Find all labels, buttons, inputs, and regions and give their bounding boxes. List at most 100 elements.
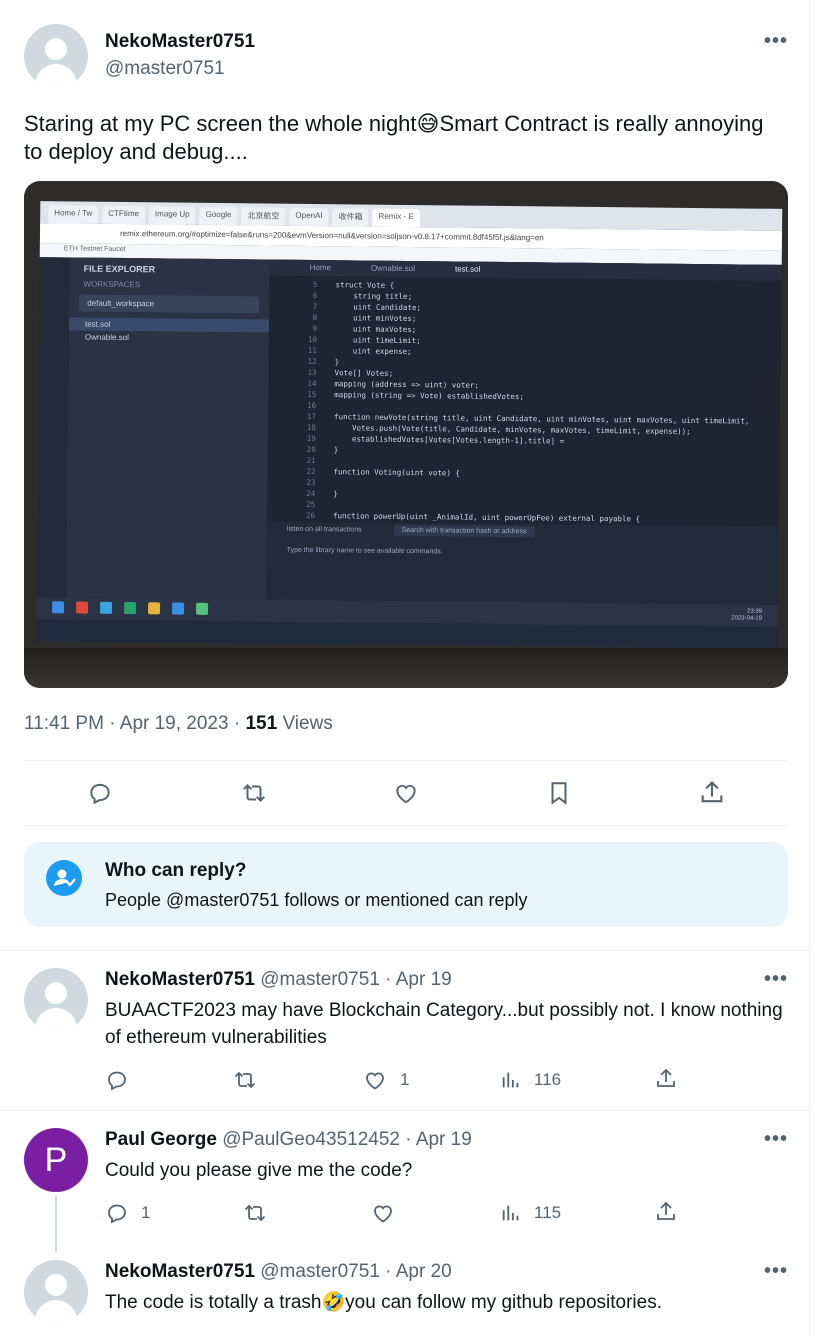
views-button[interactable]: 115	[500, 1201, 561, 1225]
photo-line-number: 21	[306, 455, 316, 466]
tweet-time[interactable]: 11:41 PM	[24, 713, 104, 734]
reply-avatar[interactable]: P	[24, 1128, 88, 1192]
like-button[interactable]	[370, 1201, 408, 1225]
more-options-icon[interactable]: •••	[764, 30, 788, 53]
divider	[0, 1110, 810, 1111]
reply-date[interactable]: Apr 20	[396, 1261, 452, 1282]
photo-code-editor: Home Ownable.sol test.sol 5 struct Vote {…	[266, 259, 782, 527]
reply-text: Could you please give me the code?	[105, 1160, 413, 1181]
photo-terminal: listen on all transactions Search with t…	[266, 521, 779, 605]
analytics-icon	[502, 1072, 519, 1088]
photo-line-number: 26	[305, 510, 316, 521]
share-icon[interactable]	[698, 779, 726, 807]
share-button[interactable]	[654, 1200, 678, 1224]
views-label: Views	[282, 713, 333, 734]
heart-icon	[366, 1072, 384, 1090]
retweet-icon	[244, 1204, 266, 1222]
photo-line-text: uint minVotes;	[335, 313, 417, 324]
photo-code: 5 struct Vote { 6 string title; 7 uint Cand…	[267, 276, 782, 527]
reply-icon	[108, 1204, 126, 1224]
photo-line-number: 9	[312, 323, 318, 334]
photo-editor-tab: Ownable.sol	[370, 263, 416, 274]
photo-browser-tab: Image Up	[148, 206, 196, 225]
heart-icon	[374, 1205, 392, 1223]
meta-separator: ·	[385, 1261, 392, 1282]
photo-monitor-screen: Home / Tw CTFtime Image Up Google 北京航空 OpenAI…	[35, 201, 783, 649]
reply-icon	[108, 1071, 126, 1091]
share-icon	[657, 1068, 675, 1087]
photo-workspaces-label: WORKSPACES	[83, 279, 141, 290]
more-options-icon[interactable]: •••	[764, 1128, 788, 1151]
photo-line-text: function Voting(uint vote) {	[333, 467, 460, 478]
reply-author-handle[interactable]: @master0751	[260, 969, 380, 990]
photo-line-number: 6	[312, 290, 318, 301]
photo-line-text: struct Vote {	[335, 280, 395, 290]
author-avatar[interactable]	[24, 24, 88, 88]
photo-panel-title: FILE EXPLORER	[83, 263, 156, 275]
views-button[interactable]: 116	[500, 1068, 561, 1092]
reply-avatar[interactable]	[24, 1260, 88, 1324]
like-count: 1	[400, 1070, 410, 1089]
photo-browser-tab: 收件箱	[332, 208, 369, 227]
photo-browser-tab: CTFtime	[102, 205, 146, 225]
more-options-icon[interactable]: •••	[764, 1260, 788, 1283]
share-button[interactable]	[654, 1067, 678, 1091]
author-handle[interactable]: @master0751	[105, 58, 225, 80]
photo-line-text: mapping (address => uint) voter;	[334, 379, 479, 390]
photo-editor-tab: test.sol	[454, 264, 481, 274]
photo-line-number: 23	[306, 477, 316, 488]
photo-line-number: 16	[307, 400, 317, 411]
photo-line-number: 14	[307, 378, 317, 389]
photo-line-number: 13	[307, 367, 317, 378]
photo-browser-tab: 北京航空	[241, 207, 286, 226]
bookmark-icon[interactable]	[546, 779, 572, 807]
tweet-meta: 11:41 PM · Apr 19, 2023 · 151 Views	[24, 713, 333, 735]
photo-line-number: 12	[307, 356, 317, 367]
views-count: 151	[245, 713, 278, 734]
photo-line-number: 24	[306, 488, 316, 499]
photo-line-text: string title;	[335, 291, 413, 302]
like-button[interactable]: 1	[362, 1068, 409, 1092]
photo-line-number: 5	[312, 279, 318, 290]
reply-date[interactable]: Apr 19	[416, 1129, 472, 1150]
reply-avatar[interactable]	[24, 968, 88, 1032]
divider	[0, 950, 810, 951]
thread-line	[55, 1196, 57, 1252]
photo-line-text: function powerUp(uint _AnimalId, uint po…	[332, 511, 641, 524]
more-options-icon[interactable]: •••	[764, 968, 788, 991]
meta-separator: ·	[405, 1129, 412, 1150]
photo-line-number: 10	[307, 334, 317, 345]
tweet-date[interactable]: Apr 19, 2023	[120, 713, 229, 734]
reply-icon[interactable]	[87, 780, 113, 806]
view-count: 116	[534, 1070, 562, 1089]
tweet-page: NekoMaster0751 @master0751 ••• Staring a…	[0, 0, 810, 1336]
photo-line-number: 7	[312, 301, 318, 312]
heart-icon[interactable]	[392, 780, 420, 806]
retweet-button[interactable]	[242, 1201, 280, 1225]
reply-author-handle[interactable]: @PaulGeo43512452	[222, 1129, 400, 1150]
share-icon	[657, 1201, 675, 1220]
user-check-icon	[46, 860, 82, 896]
photo-line-text: uint Candidate;	[335, 302, 422, 313]
photo-line-number: 20	[306, 444, 316, 455]
reply-author-name[interactable]: Paul George	[105, 1129, 217, 1150]
photo-terminal-hint: Type the library name to see available c…	[286, 546, 443, 556]
photo-line-text: uint expense;	[334, 346, 412, 357]
photo-monitor-bezel	[24, 648, 788, 688]
reply-date[interactable]: Apr 19	[396, 969, 452, 990]
retweet-icon[interactable]	[240, 780, 268, 806]
reply-author-name[interactable]: NekoMaster0751	[105, 969, 255, 990]
photo-line-number: 8	[312, 312, 318, 323]
retweet-button[interactable]	[232, 1068, 270, 1092]
photo-browser-tab: Google	[199, 206, 238, 226]
reply-author-handle[interactable]: @master0751	[260, 1261, 380, 1282]
photo-line-text: uint maxVotes;	[334, 324, 417, 335]
reply-button[interactable]	[105, 1068, 141, 1092]
reply-button[interactable]: 1	[105, 1201, 150, 1225]
meta-separator: ·	[109, 713, 116, 734]
author-name[interactable]: NekoMaster0751	[105, 31, 255, 53]
tweet-photo[interactable]: Home / Tw CTFtime Image Up Google 北京航空 OpenAI…	[24, 181, 788, 688]
photo-line-number: 17	[307, 411, 317, 422]
reply-author-name[interactable]: NekoMaster0751	[105, 1261, 255, 1282]
photo-file: Ownable.sol	[84, 332, 129, 343]
